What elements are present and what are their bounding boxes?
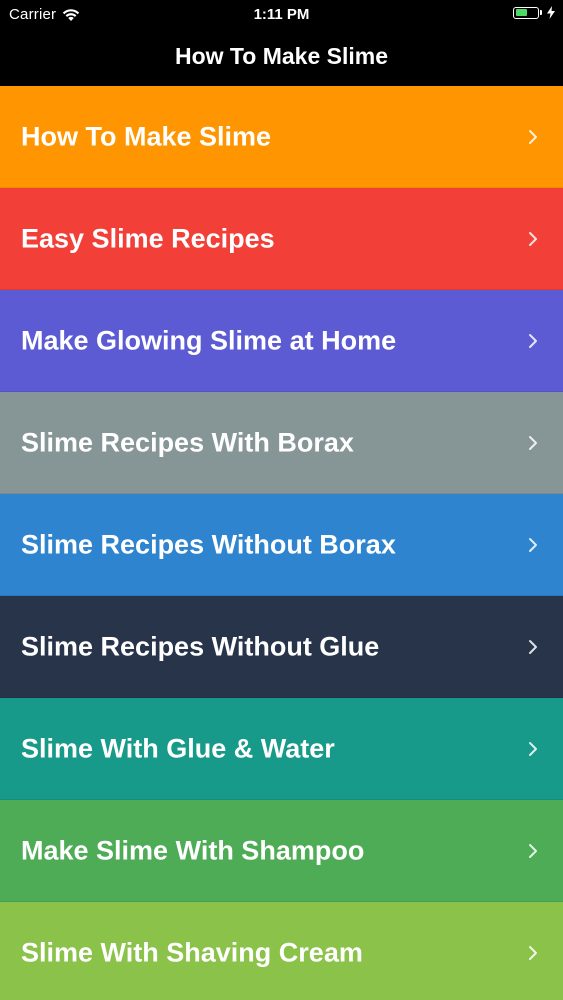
recipe-list: How To Make Slime Easy Slime Recipes Make …	[0, 86, 563, 1000]
app-screen: Carrier 1:11 PM How To Make Slime How To…	[0, 0, 563, 1000]
chevron-right-icon	[529, 639, 537, 654]
status-bar: Carrier 1:11 PM	[0, 0, 563, 30]
navigation-bar: How To Make Slime	[0, 30, 563, 86]
charging-bolt-icon	[547, 6, 555, 19]
list-item[interactable]: Slime With Shaving Cream	[0, 902, 563, 1000]
list-item-label: Slime Recipes Without Glue	[21, 631, 380, 661]
list-item-label: Slime Recipes Without Borax	[21, 529, 396, 559]
list-item-label: Slime With Glue & Water	[21, 733, 335, 763]
chevron-right-icon	[529, 945, 537, 960]
battery-cap	[540, 10, 542, 15]
chevron-right-icon	[529, 843, 537, 858]
list-item-label: Slime Recipes With Borax	[21, 427, 354, 457]
list-item-label: Make Glowing Slime at Home	[21, 325, 397, 355]
list-item[interactable]: Make Glowing Slime at Home	[0, 290, 563, 392]
list-item-label: Easy Slime Recipes	[21, 223, 275, 253]
chevron-right-icon	[529, 129, 537, 144]
chevron-right-icon	[529, 231, 537, 246]
chevron-right-icon	[529, 537, 537, 552]
list-item[interactable]: Slime With Glue & Water	[0, 698, 563, 800]
battery-level	[515, 9, 528, 16]
chevron-right-icon	[529, 741, 537, 756]
chevron-right-icon	[529, 333, 537, 348]
list-item-label: How To Make Slime	[21, 121, 272, 151]
chevron-right-icon	[529, 435, 537, 450]
list-item-label: Slime With Shaving Cream	[21, 937, 363, 967]
list-item[interactable]: How To Make Slime	[0, 86, 563, 188]
list-item-label: Make Slime With Shampoo	[21, 835, 365, 865]
list-item[interactable]: Slime Recipes Without Borax	[0, 494, 563, 596]
list-item[interactable]: Easy Slime Recipes	[0, 188, 563, 290]
list-item[interactable]: Slime Recipes With Borax	[0, 392, 563, 494]
list-item[interactable]: Slime Recipes Without Glue	[0, 596, 563, 698]
page-title: How To Make Slime	[174, 43, 388, 69]
battery-icon	[513, 6, 539, 19]
list-item[interactable]: Make Slime With Shampoo	[0, 800, 563, 902]
status-right	[513, 6, 555, 19]
status-time: 1:11 PM	[253, 6, 310, 23]
